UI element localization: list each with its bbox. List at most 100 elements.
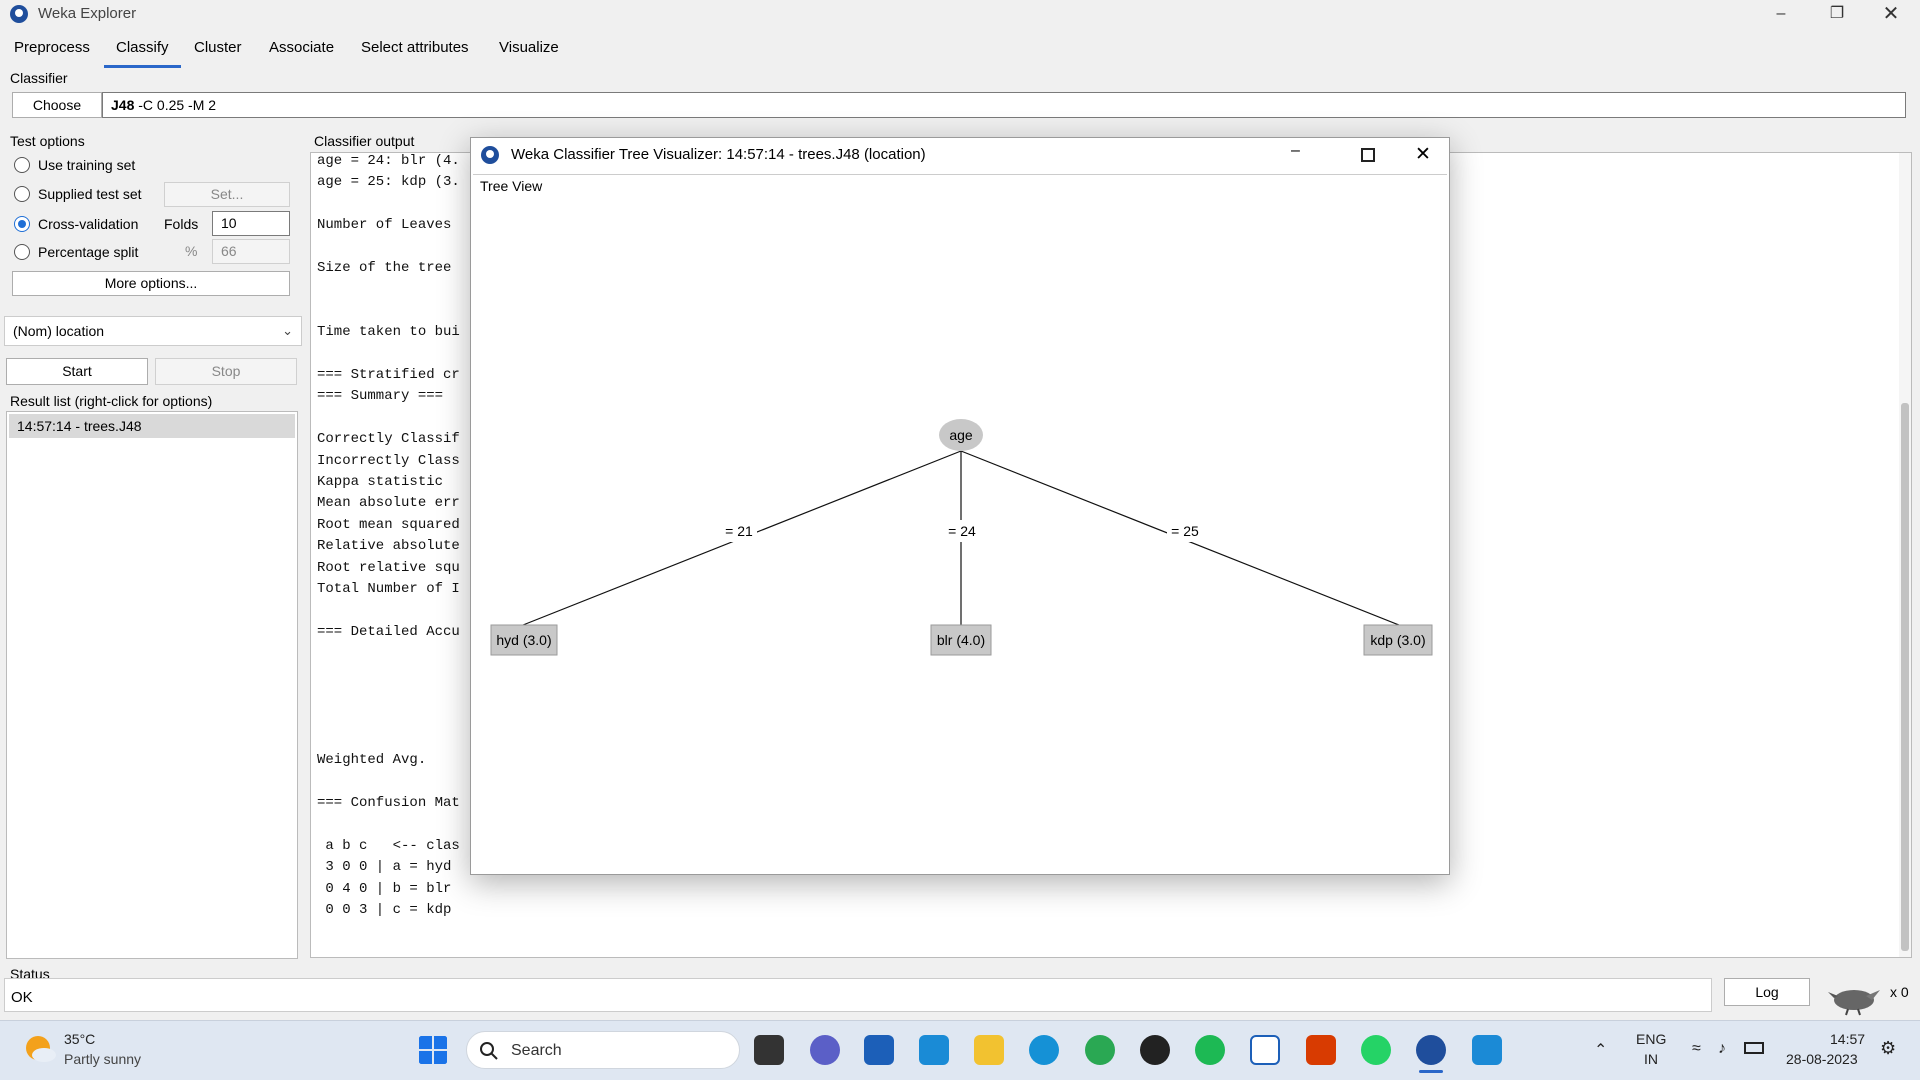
radio-button[interactable]	[14, 244, 30, 260]
weka-bird-icon	[1828, 990, 1880, 1016]
close-button[interactable]: ✕	[1415, 143, 1431, 166]
cross-validation-option[interactable]: Cross-validation	[14, 213, 138, 235]
class-attribute-value: (Nom) location	[13, 323, 105, 339]
output-line: 0 4 0 | b = blr	[317, 880, 452, 897]
minimize-button[interactable]: –	[1291, 142, 1300, 160]
restore-button[interactable]: ❐	[1814, 0, 1860, 28]
office-icon[interactable]	[1306, 1035, 1336, 1065]
weka-taskbar-icon[interactable]	[1416, 1035, 1446, 1065]
volume-icon[interactable]: ♪	[1718, 1040, 1726, 1058]
title-bar: Weka Explorer – ❐ ✕	[0, 0, 1920, 28]
scrollbar-thumb[interactable]	[1901, 403, 1909, 951]
minimize-button[interactable]: –	[1758, 0, 1804, 28]
leaf-label-hyd: hyd (3.0)	[496, 632, 551, 648]
stop-button[interactable]: Stop	[155, 358, 297, 385]
result-list-item[interactable]: 14:57:14 - trees.J48	[9, 414, 295, 438]
edge-label-24: = 24	[948, 523, 976, 539]
folds-field[interactable]: 10	[212, 211, 290, 236]
output-line: age = 24: blr (4.	[317, 153, 460, 169]
output-line: Relative absolute	[317, 538, 460, 555]
percent-symbol: %	[185, 243, 198, 259]
test-options-label: Test options	[10, 133, 85, 149]
tree-view-panel[interactable]: Tree View = 21 = 24 = 25 age hyd (3.0) b…	[473, 174, 1447, 874]
result-list[interactable]: 14:57:14 - trees.J48	[6, 411, 298, 959]
radio-button[interactable]	[14, 186, 30, 202]
output-line: === Detailed Accu	[317, 623, 460, 640]
maximize-button[interactable]	[1361, 148, 1375, 162]
chevron-down-icon: ⌄	[282, 323, 293, 338]
radio-button[interactable]	[14, 157, 30, 173]
windows-start-icon[interactable]	[418, 1035, 448, 1065]
file-manager-icon[interactable]	[754, 1035, 784, 1065]
output-line: Size of the tree	[317, 260, 452, 276]
clock-date[interactable]: 28-08-2023	[1786, 1051, 1858, 1067]
weka-app-icon	[481, 146, 499, 164]
tree-diagram: = 21 = 24 = 25 age hyd (3.0) blr (4.0) k…	[490, 419, 1433, 656]
clock-time[interactable]: 14:57	[1830, 1031, 1865, 1047]
classifier-config-field[interactable]: J48 -C 0.25 -M 2	[102, 92, 1906, 118]
weather-sun-icon[interactable]	[20, 1030, 58, 1068]
output-line: === Summary ===	[317, 388, 444, 405]
start-button[interactable]: Start	[6, 358, 148, 385]
tab-classify[interactable]: Classify	[104, 34, 181, 68]
active-app-indicator	[1419, 1070, 1443, 1073]
more-options-button[interactable]: More options...	[12, 271, 290, 296]
store-icon[interactable]	[864, 1035, 894, 1065]
whatsapp-icon[interactable]	[1361, 1035, 1391, 1065]
root-node-label: age	[949, 427, 973, 443]
spotify-icon[interactable]	[1195, 1035, 1225, 1065]
task-count: x 0	[1890, 984, 1909, 1000]
explorer-icon[interactable]	[974, 1035, 1004, 1065]
myhp-icon[interactable]	[919, 1035, 949, 1065]
close-button[interactable]: ✕	[1868, 0, 1914, 28]
battery-icon[interactable]	[1744, 1042, 1764, 1054]
chevron-up-icon[interactable]: ⌃	[1594, 1040, 1607, 1060]
output-line: age = 25: kdp (3.	[317, 174, 460, 191]
percentage-field[interactable]: 66	[212, 239, 290, 264]
tab-associate[interactable]: Associate	[269, 34, 334, 68]
weather-temp: 35°C	[64, 1031, 96, 1047]
choose-button[interactable]: Choose	[12, 92, 102, 118]
output-line: Mean absolute err	[317, 495, 460, 512]
radio-button-selected[interactable]	[14, 216, 30, 232]
output-line: Time taken to bui	[317, 324, 460, 341]
supplied-test-set-option[interactable]: Supplied test set	[14, 183, 142, 205]
leaf-label-kdp: kdp (3.0)	[1370, 632, 1425, 648]
viz-title-bar: Weka Classifier Tree Visualizer: 14:57:1…	[471, 138, 1449, 172]
output-line: === Stratified cr	[317, 367, 460, 383]
notification-icon[interactable]: ⚙	[1880, 1038, 1896, 1059]
class-attribute-select[interactable]: (Nom) location ⌄	[4, 316, 302, 346]
tab-visualize[interactable]: Visualize	[499, 34, 559, 68]
meet-icon[interactable]	[810, 1035, 840, 1065]
status-text: OK	[11, 989, 33, 1006]
taskbar-search[interactable]: Search	[466, 1031, 740, 1069]
chrome-icon[interactable]	[1085, 1035, 1115, 1065]
tab-select-attributes[interactable]: Select attributes	[361, 34, 469, 68]
use-training-set-option[interactable]: Use training set	[14, 154, 135, 176]
percentage-split-option[interactable]: Percentage split	[14, 241, 138, 263]
output-scrollbar[interactable]	[1899, 153, 1911, 957]
status-box: OK	[4, 978, 1712, 1012]
tab-preprocess[interactable]: Preprocess	[14, 34, 90, 68]
wifi-icon[interactable]: ≈	[1692, 1040, 1701, 1058]
edge-label-25: = 25	[1171, 523, 1199, 539]
leaf-label-blr: blr (4.0)	[937, 632, 985, 648]
output-line: === Confusion Mat	[317, 795, 460, 811]
region-indicator[interactable]: IN	[1644, 1051, 1658, 1067]
tab-cluster[interactable]: Cluster	[194, 34, 242, 68]
result-list-label: Result list (right-click for options)	[10, 393, 213, 409]
classifier-options: -C 0.25 -M 2	[134, 97, 217, 113]
edge-icon[interactable]	[1029, 1035, 1059, 1065]
viz-window-title: Weka Classifier Tree Visualizer: 14:57:1…	[511, 146, 926, 163]
notepad-icon[interactable]	[1472, 1035, 1502, 1065]
log-button[interactable]: Log	[1724, 978, 1810, 1006]
set-button[interactable]: Set...	[164, 182, 290, 207]
weather-desc: Partly sunny	[64, 1051, 142, 1067]
window-app-icon[interactable]	[1250, 1035, 1280, 1065]
output-line: Number of Leaves	[317, 217, 452, 234]
output-line: Correctly Classif	[317, 431, 460, 448]
search-icon	[480, 1042, 498, 1060]
main-tabs: Preprocess Classify Cluster Associate Se…	[0, 34, 1920, 68]
language-indicator[interactable]: ENG	[1636, 1031, 1666, 1047]
media-player-icon[interactable]	[1140, 1035, 1170, 1065]
